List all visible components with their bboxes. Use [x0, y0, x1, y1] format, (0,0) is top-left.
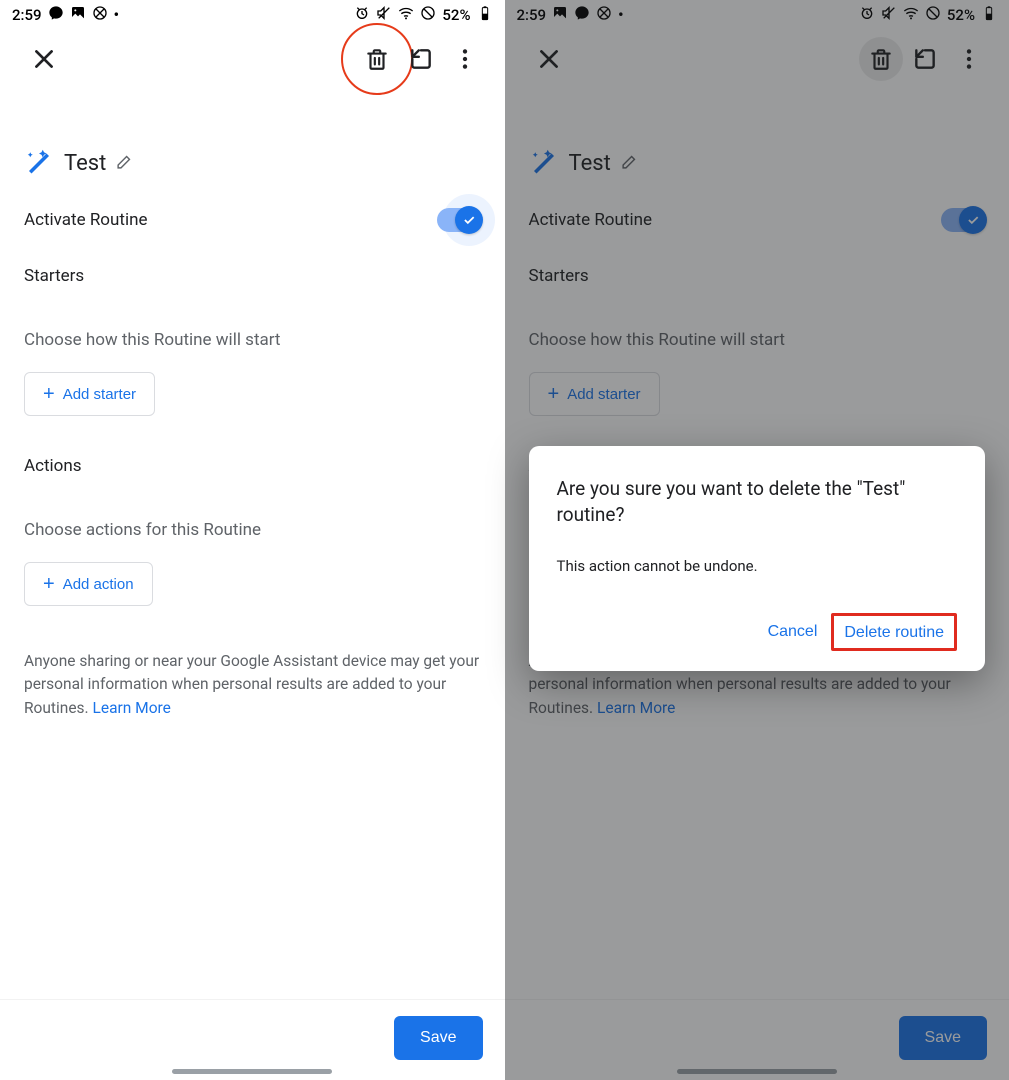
add-action-label: Add action: [63, 576, 134, 593]
battery-percent: 52%: [442, 6, 470, 24]
messenger-icon: [48, 5, 64, 25]
footer-bar: Save: [0, 999, 505, 1080]
close-button[interactable]: [22, 37, 66, 81]
delete-confirm-dialog: Are you sure you want to delete the "Tes…: [529, 446, 986, 671]
add-action-button[interactable]: + Add action: [24, 562, 153, 606]
actions-sub: Choose actions for this Routine: [24, 520, 481, 540]
learn-more-link[interactable]: Learn More: [93, 699, 171, 717]
trash-icon: [364, 46, 390, 72]
check-icon: [462, 213, 476, 227]
routine-title: Test: [64, 151, 106, 176]
starters-sub: Choose how this Routine will start: [24, 330, 481, 350]
battery-icon: [477, 5, 493, 25]
activate-toggle-row: Activate Routine: [24, 208, 481, 232]
starters-header: Starters: [24, 266, 481, 286]
more-vert-icon: [452, 46, 478, 72]
gesture-bar: [172, 1069, 332, 1074]
plus-icon: +: [43, 383, 55, 406]
pencil-icon: [116, 153, 133, 170]
cancel-button[interactable]: Cancel: [754, 613, 832, 651]
routine-content: Test Activate Routine Starters Choose ho…: [0, 88, 505, 999]
actions-header: Actions: [24, 456, 481, 476]
activate-label: Activate Routine: [24, 210, 147, 230]
block-icon: [92, 5, 108, 25]
status-dot: •: [114, 7, 120, 23]
screen-routine-edit: 2:59 • 52%: [0, 0, 505, 1080]
overflow-button[interactable]: [443, 37, 487, 81]
disclaimer-text: Anyone sharing or near your Google Assis…: [24, 650, 481, 720]
dialog-title: Are you sure you want to delete the "Tes…: [557, 476, 958, 527]
status-bar: 2:59 • 52%: [0, 0, 505, 30]
mute-icon: [376, 5, 392, 25]
delete-button[interactable]: [355, 37, 399, 81]
routine-title-row: Test: [24, 146, 481, 180]
shortcut-icon: [408, 46, 434, 72]
app-bar: [0, 30, 505, 88]
screen-delete-dialog: 2:59 • 52%: [505, 0, 1009, 1080]
save-button[interactable]: Save: [394, 1016, 482, 1060]
wand-icon: [24, 146, 54, 180]
edit-title-button[interactable]: [116, 153, 133, 174]
do-not-disturb-icon: [420, 5, 436, 25]
gallery-icon: [70, 5, 86, 25]
shortcut-button[interactable]: [399, 37, 443, 81]
activate-toggle[interactable]: [437, 208, 481, 232]
delete-highlight-annotation: Delete routine: [831, 613, 957, 651]
dialog-actions: Cancel Delete routine: [557, 613, 958, 651]
plus-icon: +: [43, 573, 55, 596]
dialog-message: This action cannot be undone.: [557, 557, 958, 575]
delete-routine-button[interactable]: Delete routine: [844, 624, 944, 642]
status-time: 2:59: [12, 6, 42, 24]
wifi-icon: [398, 5, 414, 25]
add-starter-button[interactable]: + Add starter: [24, 372, 155, 416]
alarm-icon: [354, 5, 370, 25]
add-starter-label: Add starter: [63, 386, 136, 403]
